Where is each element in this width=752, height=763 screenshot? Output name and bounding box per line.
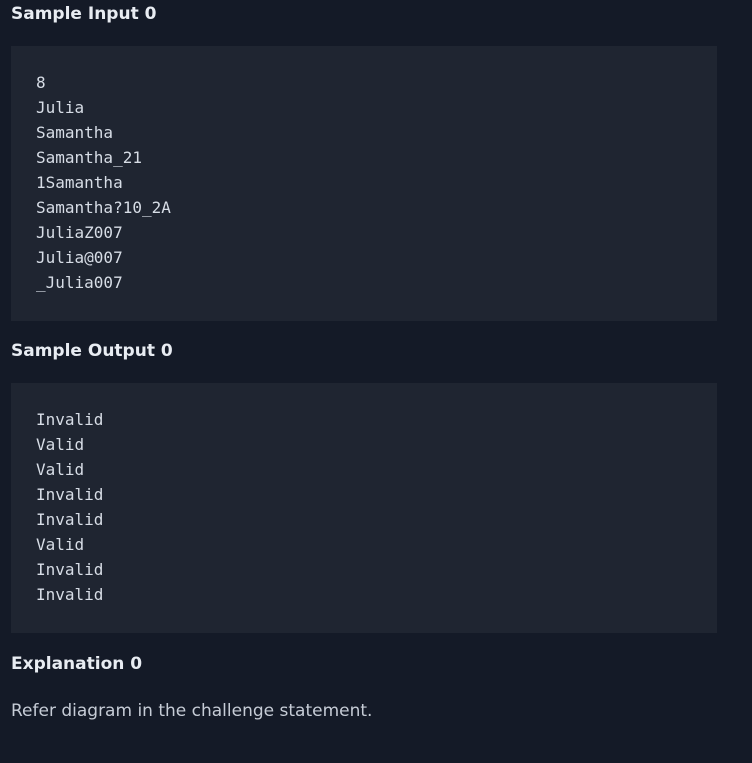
input-line: Samantha_21 (36, 148, 142, 167)
output-line: Invalid (36, 585, 104, 604)
input-line: JuliaZ007 (36, 223, 123, 242)
input-line: Samantha (36, 123, 114, 142)
input-line: _Julia007 (36, 273, 123, 292)
sample-output-heading: Sample Output 0 (11, 341, 173, 361)
output-line: Valid (36, 460, 85, 479)
explanation-text: Refer diagram in the challenge statement… (11, 701, 373, 721)
input-line: Julia (36, 98, 85, 117)
explanation-heading: Explanation 0 (11, 654, 143, 674)
sample-input-heading: Sample Input 0 (11, 4, 157, 24)
sample-input-code: 8 Julia Samantha Samantha_21 1Samantha Samant… (36, 70, 171, 295)
sample-output-code-block: Invalid Valid Valid Invalid Invalid Valid Inva… (11, 383, 717, 633)
input-line: Samantha?10_2A (36, 198, 171, 217)
sample-output-code: Invalid Valid Valid Invalid Invalid Valid Inva… (36, 407, 103, 607)
input-line: 1Samantha (36, 173, 123, 192)
sample-input-code-block: 8 Julia Samantha Samantha_21 1Samantha Samant… (11, 46, 717, 321)
output-line: Invalid (36, 510, 104, 529)
output-line: Valid (36, 535, 85, 554)
output-line: Invalid (36, 485, 104, 504)
output-line: Valid (36, 435, 85, 454)
output-line: Invalid (36, 410, 104, 429)
input-line: Julia@007 (36, 248, 123, 267)
output-line: Invalid (36, 560, 104, 579)
input-line: 8 (36, 73, 46, 92)
